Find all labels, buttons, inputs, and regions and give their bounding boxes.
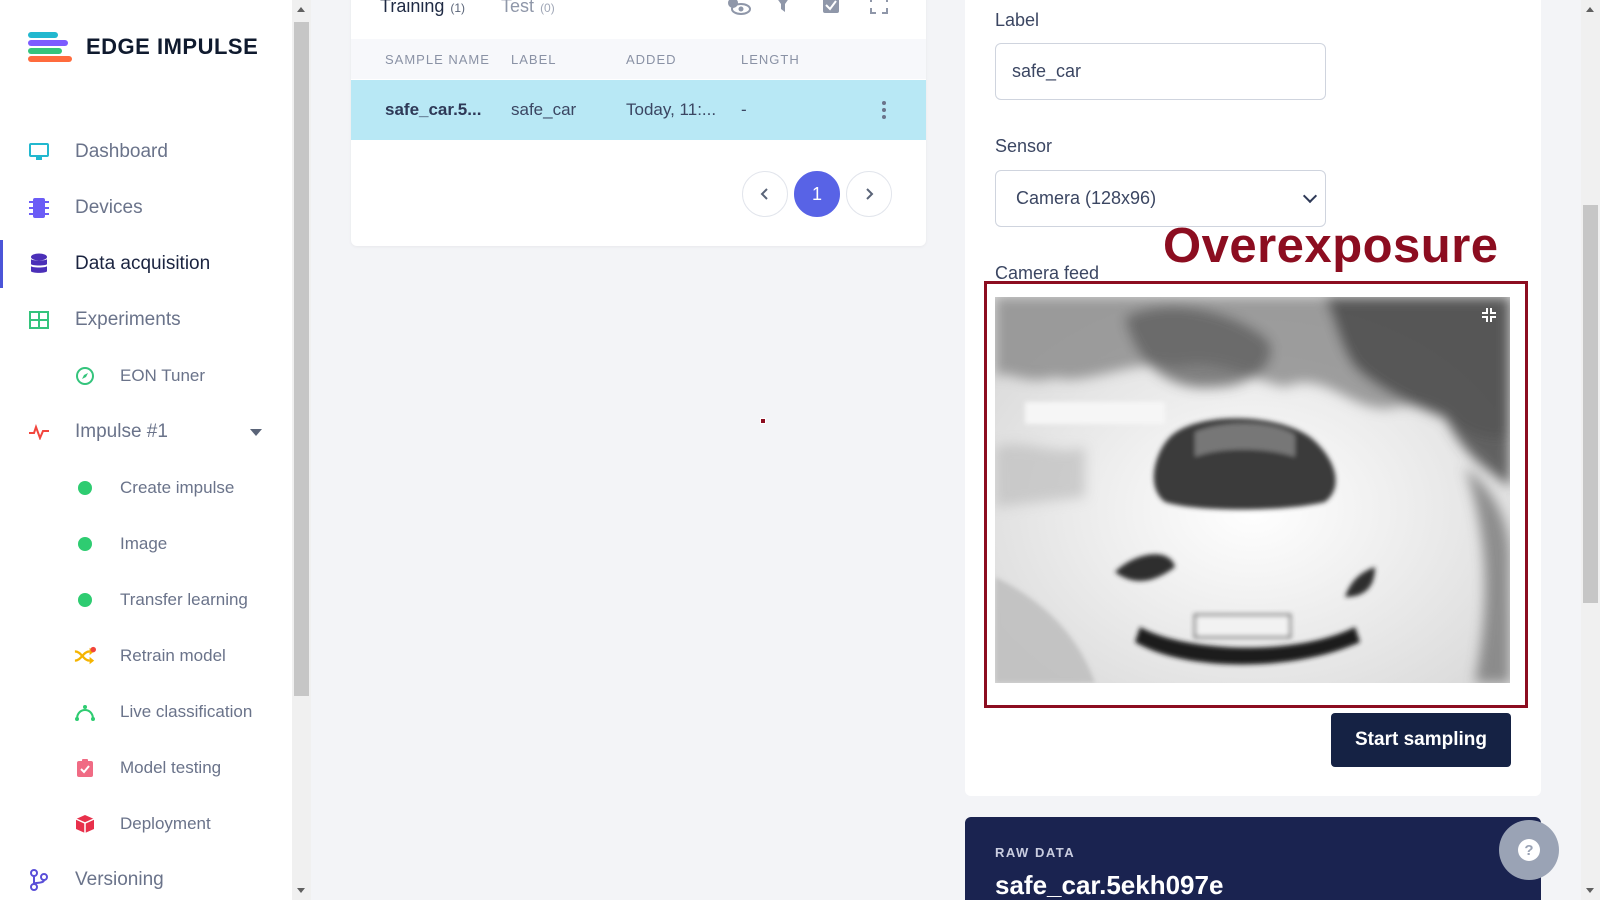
sidebar-item-dashboard[interactable]: Dashboard <box>0 132 292 172</box>
added-cell: Today, 11:... <box>626 100 717 119</box>
table-row[interactable]: safe_car.5... safe_car Today, 11:... - <box>351 80 926 140</box>
collapse-icon[interactable] <box>1480 307 1498 325</box>
chip-icon <box>28 197 50 219</box>
sidebar-item-label: Experiments <box>75 309 181 330</box>
sidebar-item-label: Impulse #1 <box>75 421 168 442</box>
visibility-settings-icon[interactable] <box>725 0 751 21</box>
label-field-title: Label <box>995 10 1040 30</box>
pulse-icon <box>28 421 50 443</box>
sidebar-item-devices[interactable]: Devices <box>0 188 292 228</box>
sidebar-item-label: Create impulse <box>120 478 235 497</box>
dataset-tabs: Training (1) Test (0) <box>380 0 555 17</box>
raw-data-sample-name: safe_car.5ekh097e <box>995 870 1224 900</box>
prev-page-button[interactable] <box>742 171 788 217</box>
sidebar-item-create-impulse[interactable]: Create impulse <box>0 468 292 508</box>
branch-icon <box>28 869 50 891</box>
sidebar-item-label: Image <box>120 534 168 553</box>
tab-label: Training <box>380 0 445 16</box>
raw-data-title: RAW DATA <box>995 845 1076 860</box>
sidebar-item-transfer-learning[interactable]: Transfer learning <box>0 580 292 620</box>
green-dot-icon <box>74 533 96 555</box>
table-header: SAMPLE NAME LABEL ADDED LENGTH <box>351 39 926 79</box>
tab-test[interactable]: Test (0) <box>501 0 555 17</box>
page-button-current[interactable]: 1 <box>794 171 840 217</box>
sidebar-item-data-acquisition[interactable]: Data acquisition <box>0 244 292 284</box>
bezier-icon <box>74 701 96 723</box>
brand-name: EDGE IMPULSE <box>86 34 259 59</box>
annotation-marker <box>760 418 766 424</box>
sidebar-item-versioning[interactable]: Versioning <box>0 860 292 900</box>
overexposure-annotation: Overexposure <box>1163 219 1499 273</box>
sidebar-item-label: Live classification <box>120 702 253 721</box>
database-icon <box>28 253 50 275</box>
tab-count: (1) <box>450 1 466 15</box>
fullscreen-icon[interactable] <box>869 0 889 21</box>
green-dot-icon <box>74 477 96 499</box>
scroll-up-icon[interactable] <box>297 7 305 12</box>
label-cell: safe_car <box>511 100 577 119</box>
sidebar-item-label: Data acquisition <box>75 253 211 274</box>
sample-name-cell: safe_car.5... <box>385 100 482 119</box>
sidebar-item-label: Dashboard <box>75 141 168 162</box>
sidebar-scrollbar[interactable] <box>292 0 311 900</box>
scrollbar-thumb[interactable] <box>1583 205 1598 603</box>
label-input-value: safe_car <box>1012 61 1082 81</box>
sensor-select-value: Camera (128x96) <box>1016 188 1157 208</box>
select-checkbox-icon[interactable] <box>821 0 841 21</box>
column-header[interactable]: LENGTH <box>741 52 800 67</box>
start-sampling-button[interactable]: Start sampling <box>1331 713 1511 767</box>
sidebar-item-label: Model testing <box>120 758 222 777</box>
green-dot-icon <box>74 589 96 611</box>
monitor-icon <box>28 141 50 163</box>
page-scrollbar[interactable] <box>1581 0 1600 900</box>
sidebar-item-experiments[interactable]: Experiments <box>0 300 292 340</box>
sidebar-item-label: EON Tuner <box>120 366 206 385</box>
next-page-button[interactable] <box>846 171 892 217</box>
column-header[interactable]: SAMPLE NAME <box>385 52 490 67</box>
logo-icon <box>28 32 72 62</box>
sidebar-item-label: Retrain model <box>120 646 226 665</box>
sidebar-item-image[interactable]: Image <box>0 524 292 564</box>
sidebar-item-label: Devices <box>75 197 143 218</box>
sensor-field-title: Sensor <box>995 136 1053 156</box>
scrollbar-thumb[interactable] <box>294 22 309 696</box>
column-header[interactable]: ADDED <box>626 52 677 67</box>
sidebar-item-eon-tuner[interactable]: EON Tuner <box>0 356 292 396</box>
scroll-down-icon[interactable] <box>297 888 305 893</box>
camera-feed <box>995 297 1510 683</box>
question-icon: ? <box>1518 839 1540 861</box>
sidebar-item-retrain-model[interactable]: Retrain model <box>0 636 292 676</box>
sidebar-item-label: Transfer learning <box>120 590 248 609</box>
sidebar-item-live-classification[interactable]: Live classification <box>0 692 292 732</box>
sidebar-item-label: Versioning <box>75 869 164 890</box>
filter-icon[interactable] <box>773 0 793 21</box>
sidebar-item-deployment[interactable]: Deployment <box>0 804 292 844</box>
brand-logo[interactable]: EDGE IMPULSE <box>28 32 258 62</box>
length-cell: - <box>741 100 747 119</box>
label-input[interactable]: safe_car <box>995 43 1326 100</box>
clipboard-check-icon <box>74 757 96 779</box>
sidebar-item-model-testing[interactable]: Model testing <box>0 748 292 788</box>
help-button[interactable]: ? <box>1499 820 1559 880</box>
dataset-toolbar <box>725 0 889 21</box>
compass-icon <box>74 365 96 387</box>
scroll-up-icon[interactable] <box>1586 7 1594 12</box>
tab-label: Test <box>501 0 535 16</box>
chevron-down-icon[interactable] <box>250 429 262 436</box>
scroll-down-icon[interactable] <box>1586 888 1594 893</box>
sidebar-item-impulse[interactable]: Impulse #1 <box>0 412 292 452</box>
more-options-icon[interactable] <box>882 101 886 119</box>
shuffle-icon <box>74 645 96 667</box>
sidebar-item-label: Deployment <box>120 814 211 833</box>
table-icon <box>28 309 50 331</box>
chevron-down-icon <box>1302 188 1318 204</box>
column-header[interactable]: LABEL <box>511 52 556 67</box>
cube-icon <box>74 813 96 835</box>
tab-count: (0) <box>540 1 555 15</box>
tab-training[interactable]: Training (1) <box>380 0 465 17</box>
